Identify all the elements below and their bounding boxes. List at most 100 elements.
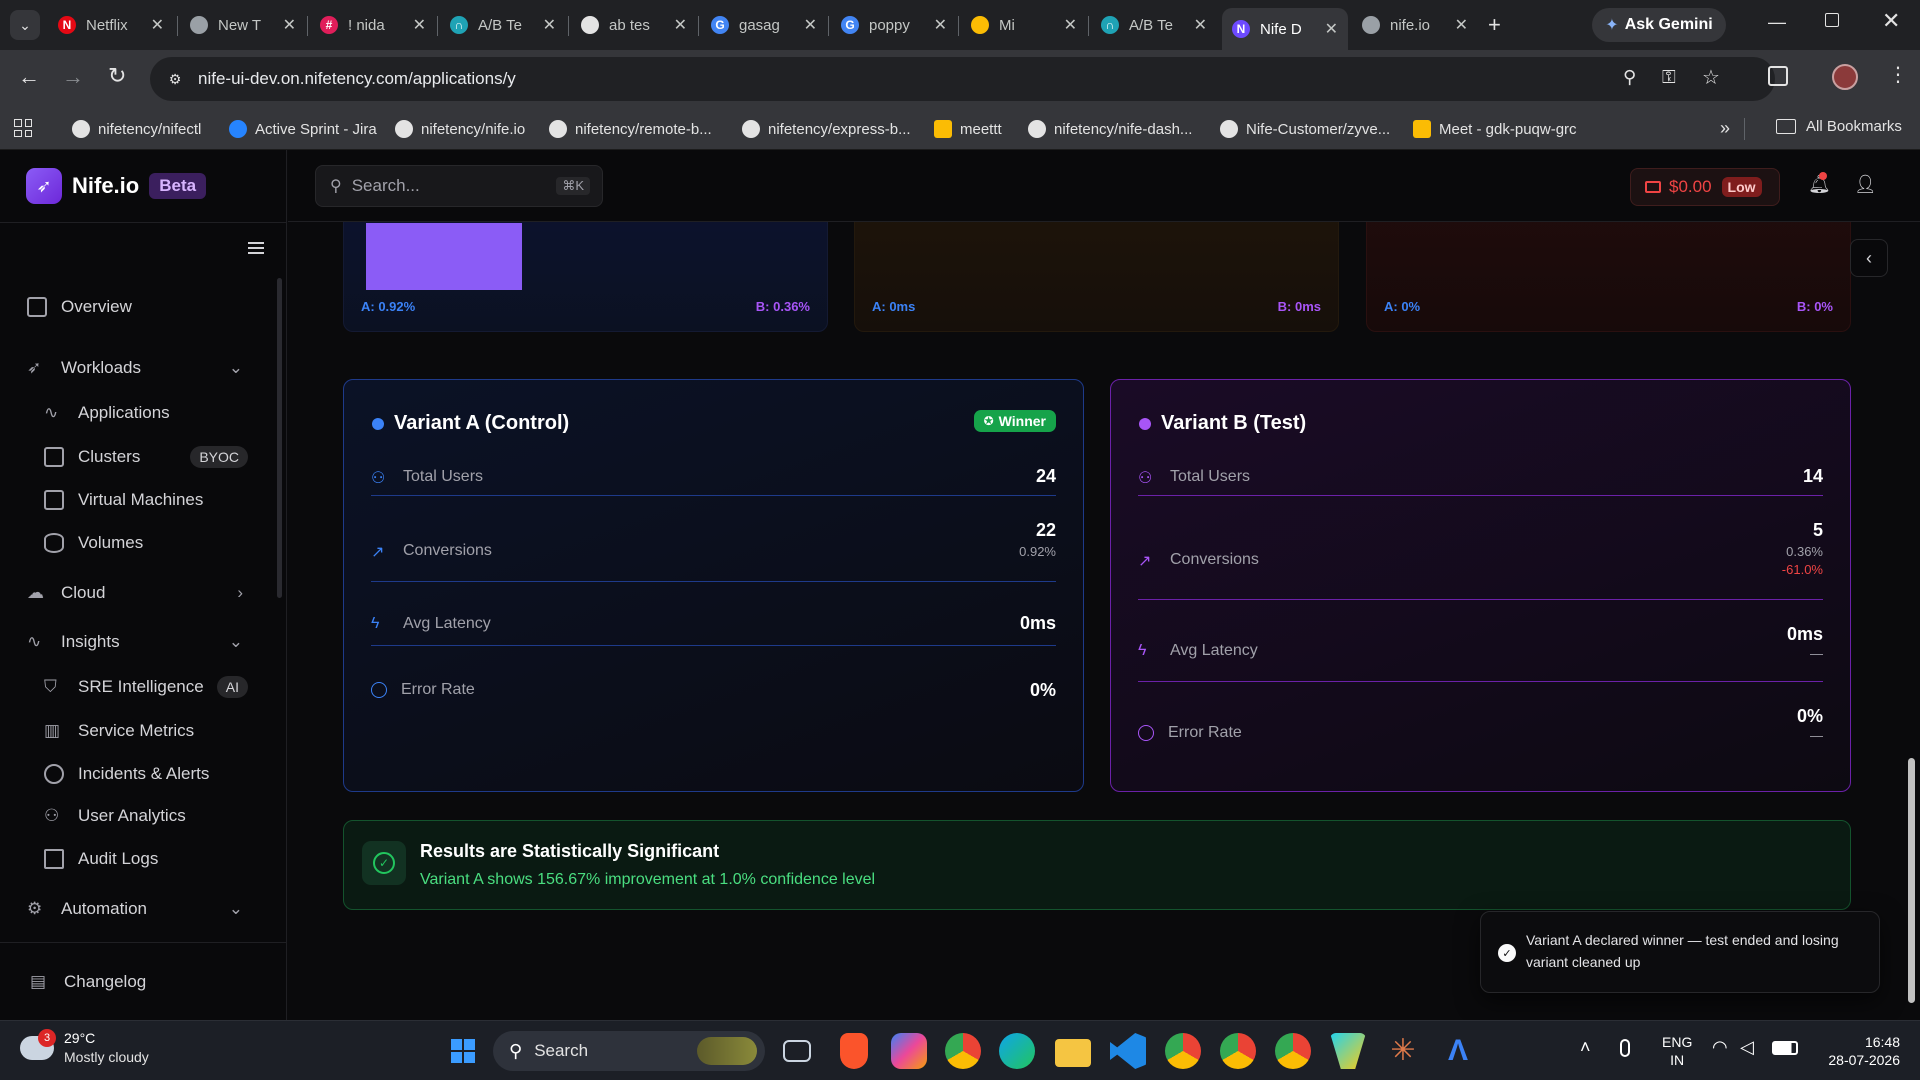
wifi-icon[interactable]: ◠ xyxy=(1712,1037,1728,1058)
close-tab-icon[interactable]: ✕ xyxy=(543,15,556,35)
back-button[interactable]: ← xyxy=(18,64,40,90)
bookmark-item[interactable]: nifetency/remote-b... xyxy=(549,118,712,140)
taskbar-search[interactable]: ⚲ Search xyxy=(493,1031,765,1071)
browser-tab[interactable]: N Nife D ✕ xyxy=(1222,8,1348,50)
chrome-icon[interactable] xyxy=(945,1033,981,1069)
sidebar-group-cloud[interactable]: ☁ Cloud › xyxy=(27,583,243,603)
address-bar[interactable]: ⚙ nife-ui-dev.on.nifetency.com/applicati… xyxy=(150,57,1775,101)
brave-icon[interactable] xyxy=(840,1033,868,1069)
bookmark-item[interactable]: Active Sprint - Jira xyxy=(229,118,377,140)
bookmark-item[interactable]: meettt xyxy=(934,118,1002,140)
sidebar-collapse-icon[interactable] xyxy=(248,242,264,254)
microphone-icon[interactable] xyxy=(1620,1039,1630,1057)
tab-search-button[interactable]: ⌄ xyxy=(10,10,40,40)
browser-tab[interactable]: nife.io ✕ xyxy=(1352,8,1478,42)
windows-start-icon[interactable] xyxy=(445,1033,481,1069)
bookmark-item[interactable]: nifetency/nifectl xyxy=(72,118,201,140)
extensions-icon[interactable] xyxy=(1768,66,1788,86)
clock[interactable]: 16:48 28-07-2026 xyxy=(1815,1033,1900,1069)
new-tab-button[interactable]: + xyxy=(1488,12,1501,38)
app-icon[interactable] xyxy=(1330,1033,1366,1069)
reload-button[interactable]: ↻ xyxy=(108,63,126,89)
bookmark-star-icon[interactable]: ☆ xyxy=(1702,65,1720,90)
browser-tab[interactable]: Gpoppy ✕ xyxy=(831,8,957,42)
app-a-icon[interactable]: Λ xyxy=(1440,1033,1476,1069)
sidebar-item-overview[interactable]: Overview xyxy=(27,297,132,317)
battery-icon[interactable] xyxy=(1772,1041,1798,1055)
site-info-icon[interactable]: ⚙ xyxy=(164,68,186,90)
bookmark-item[interactable]: Meet - gdk-puqw-grc xyxy=(1413,118,1577,140)
vscode-icon[interactable] xyxy=(1110,1033,1146,1069)
edge-icon[interactable] xyxy=(999,1033,1035,1069)
sidebar-item-user-analytics[interactable]: ⚇ User Analytics xyxy=(44,806,186,826)
sidebar-group-insights[interactable]: ∿ Insights ⌄ xyxy=(27,632,243,652)
volume-icon[interactable]: ◁ xyxy=(1740,1037,1754,1058)
toast-notification[interactable]: ✓ Variant A declared winner — test ended… xyxy=(1480,911,1880,993)
balance-button[interactable]: $0.00 Low xyxy=(1630,168,1780,206)
conversions-value: 22 xyxy=(1035,520,1056,540)
zoom-icon[interactable]: ⚲ xyxy=(1623,67,1636,88)
claude-icon[interactable]: ✳ xyxy=(1385,1033,1421,1069)
password-key-icon[interactable]: ⚿ xyxy=(1662,67,1676,88)
maximize-button[interactable] xyxy=(1825,13,1839,27)
sidebar-group-automation[interactable]: ⚙ Automation ⌄ xyxy=(27,899,243,919)
sidebar-item-audit-logs[interactable]: Audit Logs xyxy=(44,849,158,869)
sidebar-item-service-metrics[interactable]: ▥ Service Metrics xyxy=(44,721,194,741)
weather-widget[interactable]: 3 29°C Mostly cloudy xyxy=(20,1029,149,1067)
bookmark-item[interactable]: Nife-Customer/zyve... xyxy=(1220,118,1390,140)
ask-gemini-button[interactable]: ✦ Ask Gemini xyxy=(1592,8,1726,42)
browser-tab[interactable]: ∩ A/B Te ✕ xyxy=(440,8,566,42)
sidebar-group-workloads[interactable]: ➶ Workloads ⌄ xyxy=(27,358,243,378)
more-bookmarks-icon[interactable]: » xyxy=(1720,118,1730,139)
sidebar-item-applications[interactable]: ∿ Applications xyxy=(44,403,170,423)
brand[interactable]: ➶ Nife.io Beta xyxy=(26,168,207,204)
language-indicator[interactable]: ENG IN xyxy=(1662,1033,1692,1069)
url-text[interactable]: nife-ui-dev.on.nifetency.com/application… xyxy=(198,69,516,89)
sidebar-item-changelog[interactable]: ▤ Changelog xyxy=(30,972,146,992)
copilot-icon[interactable] xyxy=(891,1033,927,1069)
close-tab-icon[interactable]: ✕ xyxy=(674,15,687,35)
close-tab-icon[interactable]: ✕ xyxy=(1064,15,1077,35)
bookmark-item[interactable]: nifetency/nife-dash... xyxy=(1028,118,1192,140)
sidebar-item-virtual-machines[interactable]: Virtual Machines xyxy=(44,490,203,510)
browser-tab[interactable]: N Netflix ✕ xyxy=(48,8,174,42)
sidebar-item-clusters[interactable]: Clusters BYOC xyxy=(44,446,248,468)
browser-tab[interactable]: ab tes ✕ xyxy=(571,8,697,42)
close-window-button[interactable]: ✕ xyxy=(1882,8,1900,34)
file-explorer-icon[interactable] xyxy=(1055,1039,1091,1067)
close-tab-icon[interactable]: ✕ xyxy=(1325,19,1338,39)
profile-avatar[interactable] xyxy=(1832,64,1858,90)
sidebar-scrollbar[interactable] xyxy=(277,278,282,598)
browser-tab[interactable]: Ggasag ✕ xyxy=(701,8,827,42)
apps-grid-icon[interactable] xyxy=(14,119,32,137)
all-bookmarks-button[interactable]: All Bookmarks xyxy=(1776,118,1902,135)
chrome-profile-icon[interactable] xyxy=(1275,1033,1311,1069)
close-tab-icon[interactable]: ✕ xyxy=(283,15,296,35)
user-icon[interactable]: 👤︎ xyxy=(1854,174,1877,195)
sidebar-item-incidents-alerts[interactable]: Incidents & Alerts xyxy=(44,764,209,784)
browser-tab[interactable]: Mi ✕ xyxy=(961,8,1087,42)
close-tab-icon[interactable]: ✕ xyxy=(1194,15,1207,35)
page-scrollbar[interactable] xyxy=(1908,758,1915,1003)
sidebar-item-sre-intelligence[interactable]: ⛉ SRE Intelligence AI xyxy=(44,676,248,698)
forward-button[interactable]: → xyxy=(62,64,84,90)
panel-collapse-button[interactable]: ‹ xyxy=(1850,239,1888,277)
close-tab-icon[interactable]: ✕ xyxy=(1455,15,1468,35)
bookmark-item[interactable]: nifetency/nife.io xyxy=(395,118,525,140)
more-menu-icon[interactable]: ⋮ xyxy=(1888,62,1908,87)
chrome-profile-icon[interactable] xyxy=(1220,1033,1256,1069)
search-box[interactable]: ⚲ Search... ⌘K xyxy=(315,165,603,207)
browser-tab[interactable]: # ! nida ✕ xyxy=(310,8,436,42)
sidebar-item-volumes[interactable]: Volumes xyxy=(44,533,143,553)
task-view-icon[interactable] xyxy=(783,1040,811,1062)
close-tab-icon[interactable]: ✕ xyxy=(413,15,426,35)
tray-chevron-icon[interactable]: ˄ xyxy=(1580,1037,1591,1058)
bookmark-item[interactable]: nifetency/express-b... xyxy=(742,118,911,140)
chrome-profile-icon[interactable] xyxy=(1165,1033,1201,1069)
browser-tab[interactable]: ∩ A/B Te ✕ xyxy=(1091,8,1217,42)
browser-tab[interactable]: New T ✕ xyxy=(180,8,306,42)
close-tab-icon[interactable]: ✕ xyxy=(934,15,947,35)
close-tab-icon[interactable]: ✕ xyxy=(804,15,817,35)
close-tab-icon[interactable]: ✕ xyxy=(151,15,164,35)
minimize-button[interactable]: — xyxy=(1768,12,1786,33)
